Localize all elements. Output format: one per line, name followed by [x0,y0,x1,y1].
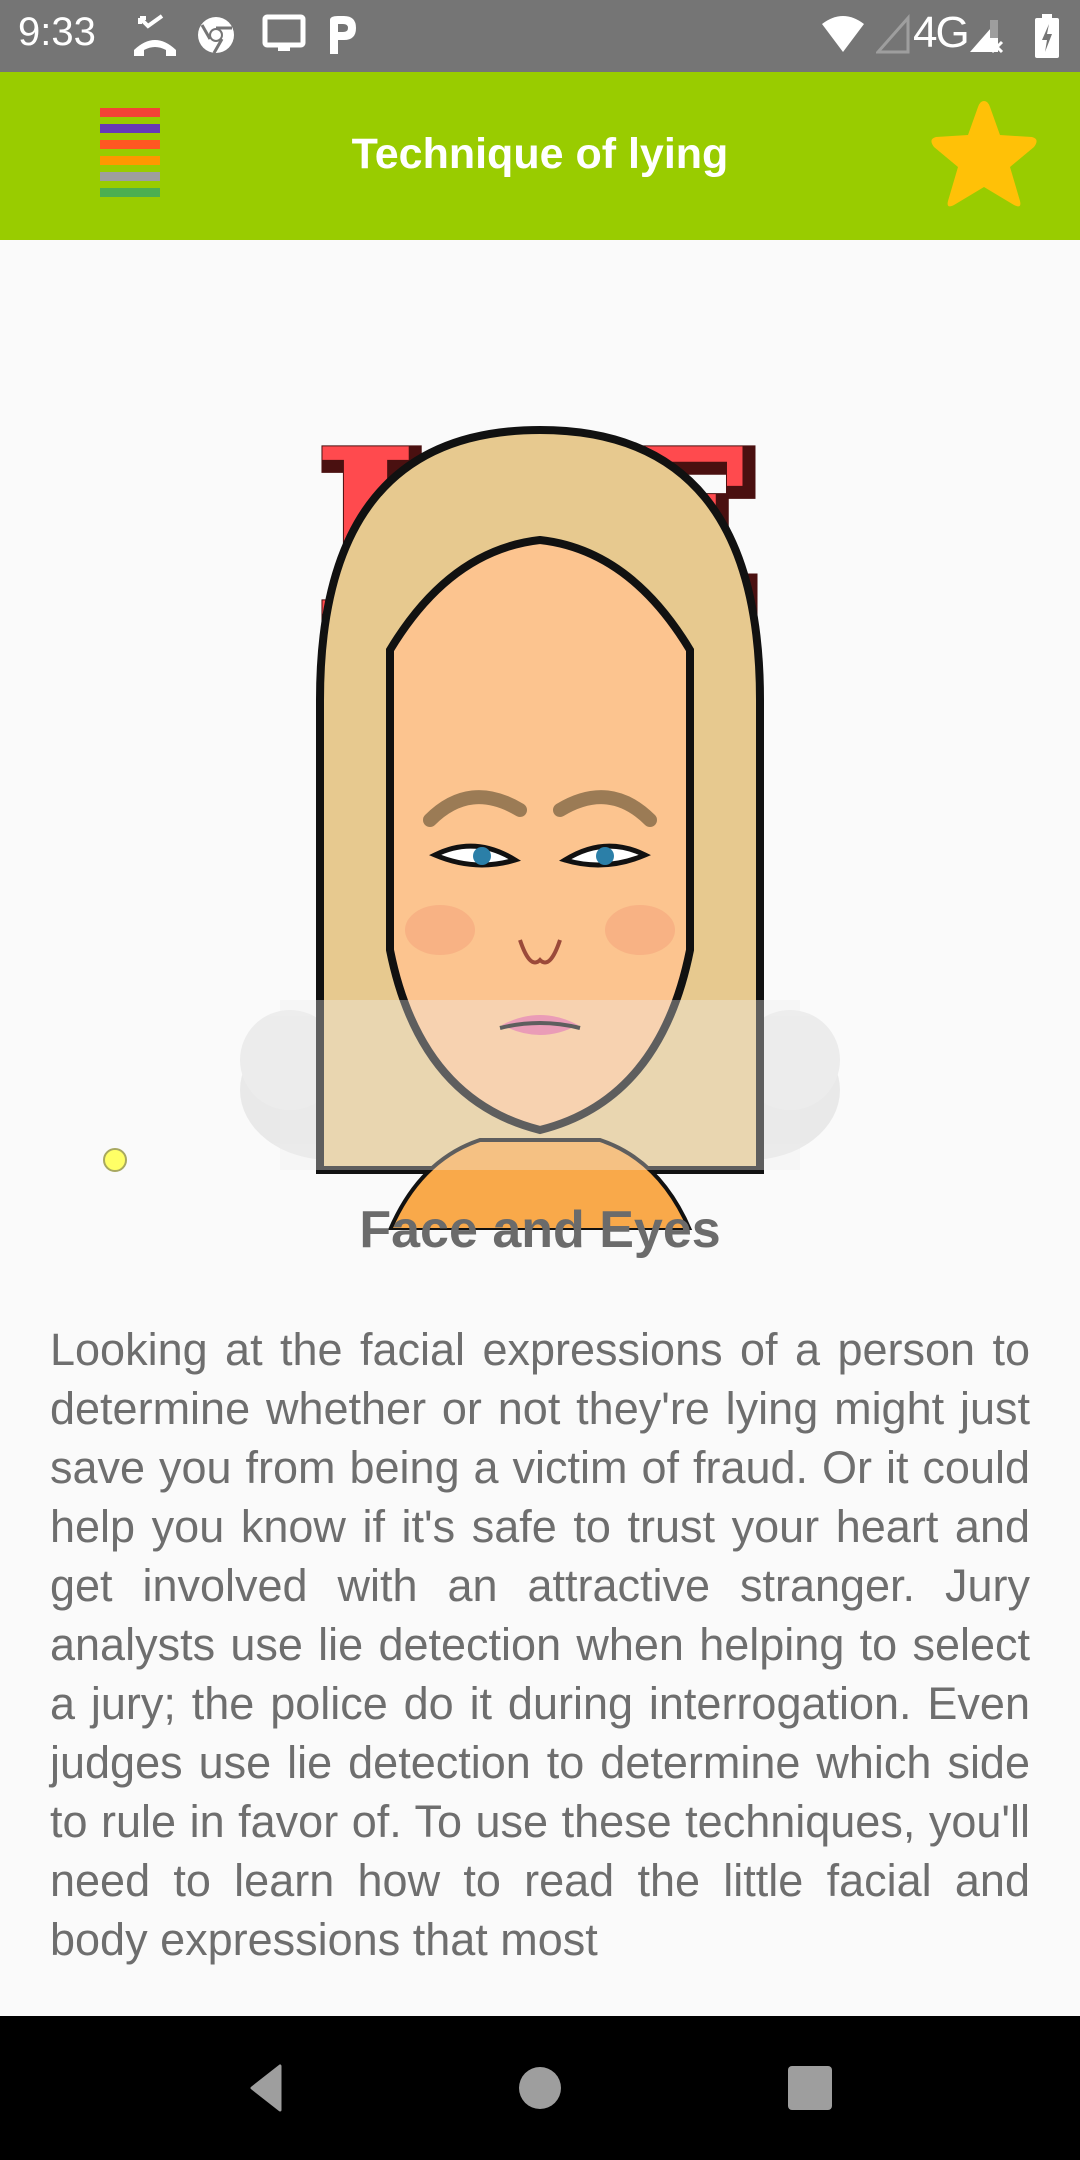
menu-icon-bar [100,108,160,117]
missed-call-icon [134,14,176,56]
home-icon[interactable] [508,2056,572,2120]
recents-icon[interactable] [778,2056,842,2120]
wifi-icon [822,16,864,52]
network-type-label: 4G [913,8,970,57]
lie-illustration: LIE LIE [240,398,840,1230]
article-body: Looking at the facial expressions of a p… [50,1324,1030,1965]
p-app-icon [330,16,356,54]
chrome-icon [198,17,234,54]
battery-charging-icon [1035,14,1059,58]
signal-empty-icon [876,14,910,54]
section-heading: Face and Eyes [359,1201,721,1259]
menu-icon-bar [100,188,160,197]
status-bar: 9:33 4G [0,0,1080,72]
status-time: 9:33 [18,10,96,54]
article-content[interactable]: LIE LIE [0,240,1080,2016]
cast-screen-icon [262,14,306,51]
page-title: Technique of lying [351,130,729,178]
back-icon[interactable] [240,2056,304,2120]
signal-x-icon [970,20,1004,54]
favorite-button[interactable] [920,95,1048,217]
star-icon [931,101,1037,207]
navigation-bar [0,2016,1080,2160]
touch-indicator [103,1148,127,1172]
